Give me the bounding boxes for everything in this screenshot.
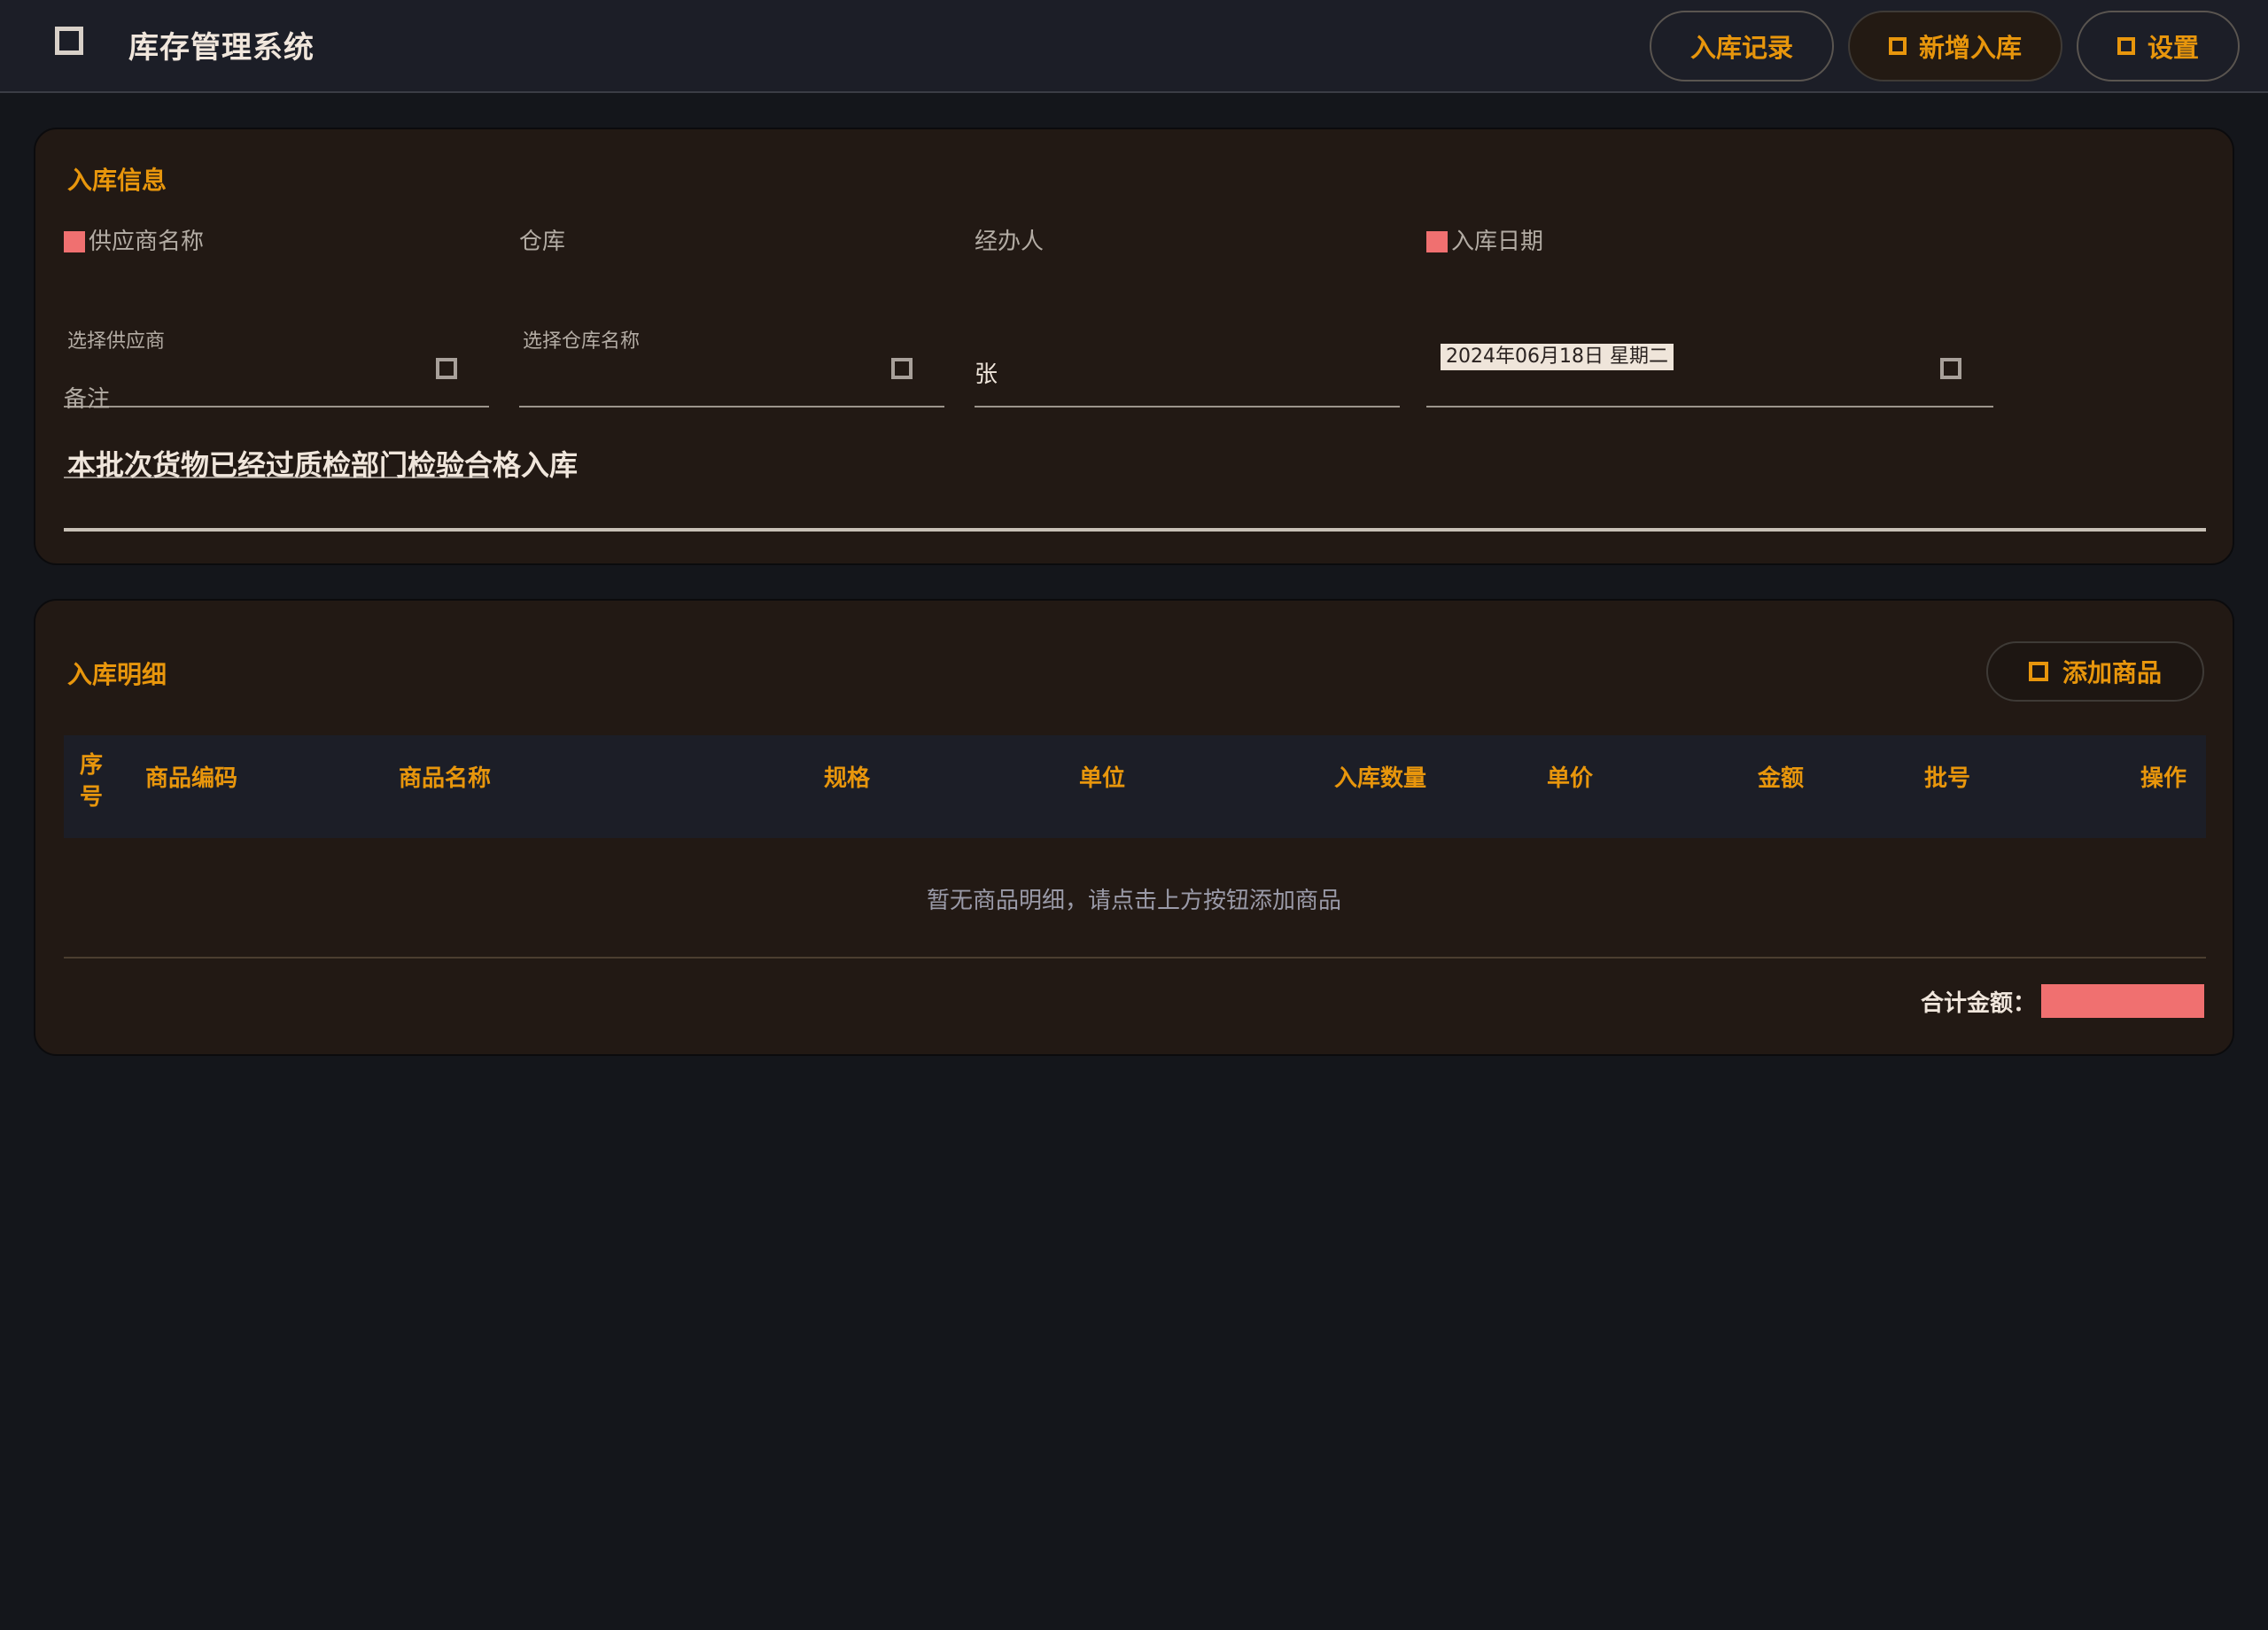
inbound-info-title: 入库信息 [67,166,167,195]
col-actions: 操作 [2140,765,2187,792]
total-label: 合计金额： [1920,990,2036,1017]
table-header: 序号 商品编码 商品名称 规格 单位 入库数量 单价 金额 批号 操作 [64,735,2206,838]
warehouse-label: 仓库 [519,229,566,255]
operator-field[interactable]: 张 [975,337,1400,408]
required-marker [1426,231,1448,252]
remark-textarea[interactable]: 本批次货物已经过质检部门检验合格入库 [64,422,2206,530]
box-icon [55,27,83,55]
col-quantity: 入库数量 [1334,765,1427,792]
table-divider [64,957,2206,959]
chevron-down-icon [891,358,913,379]
required-marker [64,231,85,252]
operator-value: 张 [975,361,998,388]
empty-message: 暂无商品明细，请点击上方按钮添加商品 [926,888,1341,914]
inbound-details-card: 入库明细 添加商品 序号 商品编码 商品名称 规格 单位 入库数量 单价 金额 … [34,599,2234,1056]
remark-value: 本批次货物已经过质检部门检验合格入库 [67,448,579,482]
operator-label: 经办人 [975,229,1045,255]
nav-inbound-records[interactable]: 入库记录 [1650,11,1834,82]
warehouse-field[interactable] [519,328,944,408]
remark-label: 备注 [64,386,111,413]
gear-icon [2117,37,2135,55]
col-unit: 单位 [1079,765,1126,792]
chevron-down-icon [436,358,457,379]
top-bar: 库存管理系统 入库记录 新增入库 设置 [0,0,2268,93]
inbound-details-title: 入库明细 [67,660,167,689]
add-item-label: 添加商品 [2062,658,2162,687]
add-item-button[interactable]: 添加商品 [1986,641,2204,702]
col-index: 序号 [80,752,104,811]
date-value: 2024年06月18日 星期二 [1441,344,1674,370]
col-spec: 规格 [824,765,871,792]
col-item-name: 商品名称 [399,765,492,792]
col-item-code: 商品编码 [145,765,238,792]
nav-inbound-records-label: 入库记录 [1689,33,1793,63]
plus-icon [2028,662,2048,681]
date-field[interactable]: 2024年06月18日 星期二 [1426,337,1993,408]
app-title: 库存管理系统 [128,30,315,66]
nav-settings-label: 设置 [2147,33,2199,63]
total-row: 合计金额： [1921,983,2204,1019]
plus-icon [1888,37,1907,55]
remark-underline [64,530,2206,532]
col-batch: 批号 [1924,765,1971,792]
warehouse-input[interactable] [523,328,863,353]
total-value [2041,984,2204,1018]
calendar-icon[interactable] [1940,358,1961,379]
nav-settings[interactable]: 设置 [2077,11,2240,82]
col-amount: 金额 [1758,765,1805,792]
supplier-label: 供应商名称 [64,223,204,256]
col-unit-price: 单价 [1547,765,1594,792]
inbound-info-card: 入库信息 供应商名称 仓库 经办人 张 入库日期 2024年06月18日 星期二… [34,128,2234,565]
supplier-field[interactable] [64,328,489,408]
nav-new-inbound[interactable]: 新增入库 [1848,11,2062,82]
date-label: 入库日期 [1426,223,1543,256]
supplier-input[interactable] [67,328,408,353]
nav-new-inbound-label: 新增入库 [1918,33,2022,63]
